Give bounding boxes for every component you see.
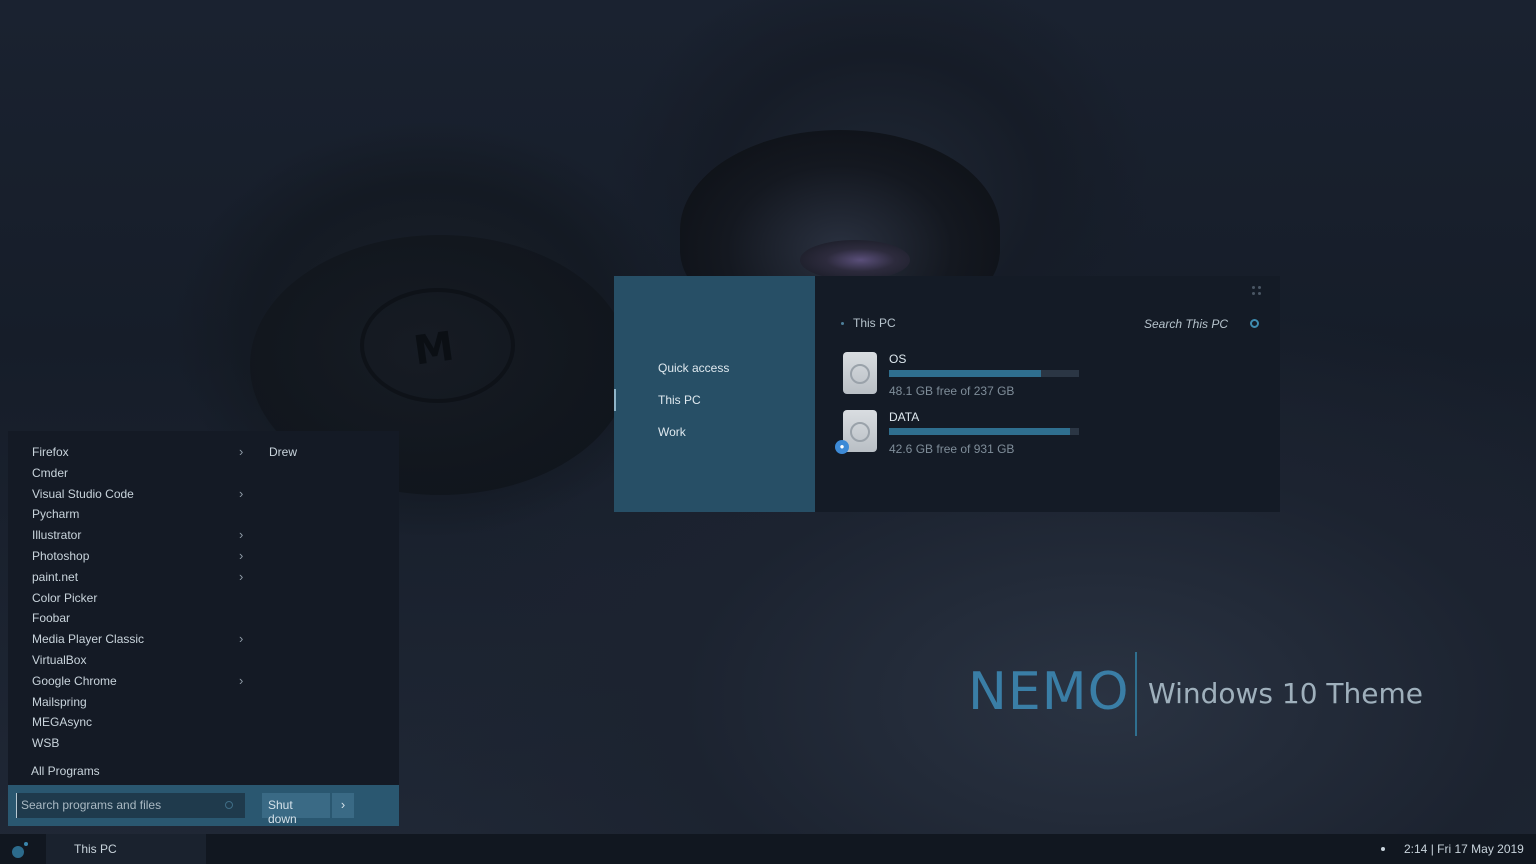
program-item[interactable]: Firefox [32, 445, 252, 459]
search-icon [225, 801, 233, 809]
program-item[interactable]: Media Player Classic [32, 632, 252, 646]
hard-drive-icon [843, 352, 877, 394]
program-item[interactable]: Mailspring [32, 695, 252, 709]
drive-usage-bar [889, 428, 1079, 435]
shutdown-button[interactable]: Shut down [262, 793, 330, 826]
program-item[interactable]: Photoshop [32, 549, 252, 563]
brand-title: NEMO [968, 662, 1130, 722]
tray-indicator-icon[interactable] [1381, 847, 1385, 851]
chevron-right-icon[interactable]: › [239, 548, 243, 563]
breadcrumb-dot-icon [841, 322, 844, 325]
chevron-right-icon[interactable]: › [239, 444, 243, 459]
taskbar-item-this-pc[interactable]: This PC [46, 834, 206, 864]
explorer-nav-pane: Quick access This PC Work [614, 276, 815, 512]
brand-divider [1135, 652, 1137, 736]
taskbar: This PC 2:14 | Fri 17 May 2019 [0, 834, 1536, 864]
wallpaper-lens-logo: M [410, 323, 457, 375]
shared-user-icon: ● [835, 440, 849, 454]
breadcrumb[interactable]: This PC [853, 316, 896, 330]
program-item[interactable]: Visual Studio Code [32, 487, 252, 501]
program-item[interactable]: Color Picker [32, 591, 252, 605]
drive-name: OS [889, 352, 907, 366]
chevron-right-icon[interactable]: › [239, 527, 243, 542]
drive-usage-fill [889, 428, 1070, 435]
chevron-right-icon[interactable]: › [239, 486, 243, 501]
chevron-right-icon[interactable]: › [239, 673, 243, 688]
start-menu-footer: Search programs and files Shut down › [8, 785, 399, 826]
program-item[interactable]: Pycharm [32, 507, 252, 521]
program-item[interactable]: WSB [32, 736, 252, 750]
program-item[interactable]: Illustrator [32, 528, 252, 542]
drive-usage-bar [889, 370, 1079, 377]
program-item[interactable]: Cmder [32, 466, 252, 480]
nav-item-quick-access[interactable]: Quick access [658, 361, 729, 375]
explorer-search-input[interactable]: Search This PC [1144, 317, 1228, 331]
drive-data[interactable]: ● DATA 42.6 GB free of 931 GB [835, 410, 1103, 460]
program-item[interactable]: VirtualBox [32, 653, 252, 667]
start-button-icon[interactable] [12, 840, 30, 858]
program-item[interactable]: Foobar [32, 611, 252, 625]
taskbar-clock[interactable]: 2:14 | Fri 17 May 2019 [1404, 842, 1524, 856]
window-menu-icon[interactable] [1252, 286, 1262, 296]
drive-os[interactable]: OS 48.1 GB free of 237 GB [843, 352, 1103, 402]
user-name[interactable]: Drew [269, 445, 297, 459]
nav-item-work[interactable]: Work [658, 425, 686, 439]
program-item[interactable]: MEGAsync [32, 715, 252, 729]
shutdown-options-button[interactable]: › [332, 793, 354, 818]
chevron-right-icon[interactable]: › [239, 631, 243, 646]
drive-usage-fill [889, 370, 1041, 377]
drive-free-space: 48.1 GB free of 237 GB [889, 384, 1015, 398]
nav-selection-indicator [614, 389, 616, 411]
explorer-content: This PC Search This PC OS 48.1 GB free o… [815, 276, 1280, 512]
nav-item-this-pc[interactable]: This PC [658, 393, 701, 407]
brand-subtitle: Windows 10 Theme [1148, 677, 1423, 710]
explorer-window: Quick access This PC Work This PC Search… [614, 276, 1280, 512]
drive-free-space: 42.6 GB free of 931 GB [889, 442, 1015, 456]
start-menu: Firefox › Cmder Visual Studio Code › Pycharm I… [8, 431, 399, 826]
start-search-input[interactable]: Search programs and files [16, 793, 245, 818]
all-programs-link[interactable]: All Programs [31, 764, 100, 778]
wallpaper-camera-glass [800, 240, 910, 280]
search-icon[interactable] [1250, 319, 1259, 328]
drive-name: DATA [889, 410, 920, 424]
program-item[interactable]: Google Chrome [32, 674, 252, 688]
chevron-right-icon[interactable]: › [239, 569, 243, 584]
program-item[interactable]: paint.net [32, 570, 252, 584]
